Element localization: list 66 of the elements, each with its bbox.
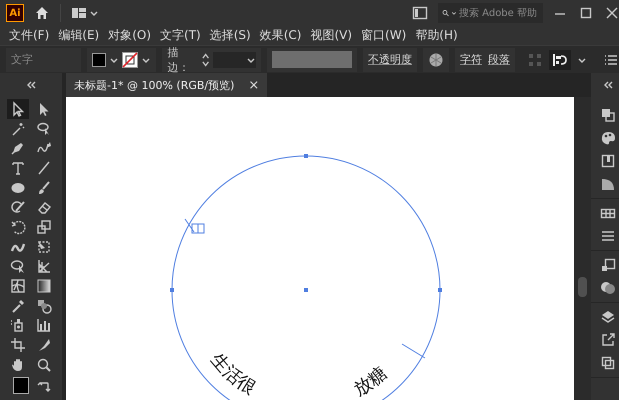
export-icon[interactable] (600, 332, 616, 348)
artboards-panel-icon[interactable] (600, 355, 616, 371)
menu-item[interactable]: 编辑(E) (58, 27, 100, 44)
center-point (304, 288, 308, 292)
mode-label: 文字 (11, 52, 33, 67)
shape-builder-icon[interactable] (10, 258, 26, 274)
zoom-tool-icon[interactable] (36, 356, 52, 373)
collapse-toolbar-icon[interactable] (26, 80, 36, 90)
menu-item[interactable]: 视图(V) (310, 27, 352, 44)
layers-icon[interactable] (600, 309, 616, 325)
menu-item[interactable]: 效果(C) (260, 27, 302, 44)
close-icon[interactable] (605, 6, 619, 20)
eraser-icon[interactable] (36, 199, 52, 216)
search-icon[interactable] (442, 7, 450, 19)
fill-swatch[interactable] (92, 52, 106, 66)
paintbrush-icon[interactable] (36, 180, 52, 196)
swatches-icon[interactable] (600, 153, 616, 169)
free-transform-icon[interactable] (36, 238, 52, 255)
recolor-icon[interactable] (428, 52, 444, 68)
path-text-end-bracket[interactable] (402, 344, 426, 358)
panel-toggle-icon[interactable] (412, 5, 428, 21)
eyedropper-icon[interactable] (10, 298, 26, 314)
scrollbar-thumb[interactable] (578, 277, 587, 297)
maximize-icon[interactable] (579, 6, 593, 20)
menu-item[interactable]: 对象(O) (108, 27, 152, 44)
character-link[interactable]: 字符 (460, 52, 482, 67)
stroke-panel-icon[interactable] (600, 228, 616, 244)
document-tab[interactable]: 未标题-1* @ 100% (RGB/预览) × (66, 73, 268, 97)
transparency-icon[interactable] (600, 280, 616, 296)
perspective-grid-icon[interactable] (36, 258, 52, 274)
menu-item[interactable]: 帮助(H) (415, 27, 458, 44)
paragraph-link[interactable]: 段落 (488, 52, 510, 67)
transform-panel-icon[interactable] (600, 257, 616, 273)
pathfinder-icon[interactable] (600, 107, 616, 123)
palette-icon[interactable] (600, 130, 616, 146)
menu-item[interactable]: 文字(T) (160, 27, 201, 44)
collapse-panels-icon[interactable] (603, 80, 613, 90)
fill-color-swatch[interactable] (13, 377, 29, 394)
gradient-tool-icon[interactable] (36, 278, 52, 294)
mesh-tool-icon[interactable] (10, 278, 26, 294)
type-tool-icon[interactable] (10, 160, 26, 176)
path-text: 生活很 (206, 349, 260, 399)
pen-tool-icon[interactable] (10, 140, 26, 156)
search-field[interactable]: 搜索 Adobe 帮助 (438, 3, 543, 23)
scale-tool-icon[interactable] (36, 218, 52, 235)
tab-close-button[interactable]: × (248, 78, 260, 92)
line-tool-icon[interactable] (36, 160, 52, 176)
path-text: 放糖 (350, 362, 392, 400)
home-icon[interactable] (34, 5, 50, 21)
blend-tool-icon[interactable] (36, 298, 52, 314)
stroke-none-swatch[interactable] (122, 52, 138, 68)
rotate-tool-icon[interactable] (10, 218, 26, 235)
gradient-panel-icon[interactable] (600, 176, 616, 192)
document-title: 未标题-1* @ 100% (RGB/预览) (74, 78, 234, 92)
workspace-icon[interactable] (71, 5, 87, 21)
stepper-icon[interactable] (200, 52, 210, 68)
menu-item[interactable]: 窗口(W) (361, 27, 406, 44)
menu-item[interactable]: 选择(S) (210, 27, 251, 44)
magic-wand-icon[interactable] (10, 120, 26, 137)
app-logo: Ai (6, 4, 24, 22)
artboard-tool-icon[interactable] (10, 337, 26, 354)
column-graph-icon[interactable] (36, 317, 52, 334)
menu-item[interactable]: 文件(F) (9, 27, 50, 44)
path-text-start-bracket[interactable] (184, 218, 204, 234)
stroke-label: 描边： (167, 44, 190, 74)
shaper-tool-icon[interactable] (10, 199, 26, 216)
